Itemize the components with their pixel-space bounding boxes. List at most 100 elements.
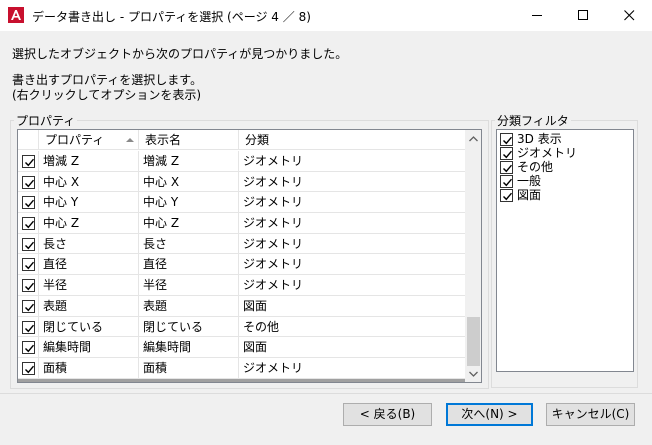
table-row[interactable]: 直径 直径 ジオメトリ xyxy=(18,254,465,276)
scroll-up-button[interactable] xyxy=(465,130,481,147)
checkmark-icon xyxy=(25,220,35,229)
list-header: プロパティ 表示名 分類 xyxy=(18,130,465,150)
display-name-cell: 中心 X xyxy=(139,171,239,192)
found-properties-text: 選択したオブジェクトから次のプロパティが見つかりました。 xyxy=(12,47,348,61)
row-checkbox[interactable] xyxy=(22,175,35,189)
table-row[interactable]: 中心 Z 中心 Z ジオメトリ xyxy=(18,213,465,234)
checkmark-icon xyxy=(503,164,513,173)
property-cell: 中心 Y xyxy=(39,192,139,213)
table-row[interactable]: 中心 Y 中心 Y ジオメトリ xyxy=(18,192,465,214)
category-cell: ジオメトリ xyxy=(243,360,304,375)
display-name-cell: 中心 Y xyxy=(139,192,239,213)
category-cell: 図面 xyxy=(243,298,268,313)
table-row[interactable]: 表題 表題 図面 xyxy=(18,295,465,317)
display-name-cell: 半径 xyxy=(139,275,239,296)
category-cell: ジオメトリ xyxy=(243,278,304,293)
property-cell: 直径 xyxy=(39,254,139,275)
row-checkbox-cell xyxy=(18,254,39,275)
property-cell: 半径 xyxy=(39,275,139,296)
filter-checkbox[interactable] xyxy=(500,161,513,174)
window-title: データ書き出し - プロパティを選択 (ページ 4 ／ 8) xyxy=(32,10,311,24)
scroll-thumb[interactable] xyxy=(467,317,480,366)
table-row[interactable]: 閉じている 閉じている その他 xyxy=(18,316,465,338)
sort-ascending-icon xyxy=(126,138,134,142)
row-checkbox[interactable] xyxy=(22,217,35,231)
next-button[interactable]: 次へ(N) > xyxy=(446,403,533,426)
row-checkbox-cell xyxy=(18,233,39,254)
row-checkbox[interactable] xyxy=(22,258,35,272)
table-row[interactable]: 面積 面積 ジオメトリ xyxy=(18,357,465,379)
row-checkbox-cell xyxy=(18,213,39,234)
row-checkbox-cell xyxy=(18,275,39,296)
property-cell: 表題 xyxy=(39,295,139,316)
checkmark-icon xyxy=(503,136,513,145)
properties-list[interactable]: プロパティ 表示名 分類 増減 Z 増減 Z ジオメトリ 中心 X 中心 X ジオメトリ中… xyxy=(17,129,482,383)
category-cell: ジオメトリ xyxy=(243,257,304,272)
filter-checkbox[interactable] xyxy=(500,189,513,202)
header-checkbox-column[interactable] xyxy=(18,130,39,150)
filter-label: 一般 xyxy=(517,174,542,188)
footer-separator xyxy=(0,393,652,394)
filter-checkbox[interactable] xyxy=(500,147,513,160)
header-display-name-label: 表示名 xyxy=(145,133,182,147)
property-cell: 増減 Z xyxy=(39,151,139,171)
category-cell: ジオメトリ xyxy=(243,195,304,210)
filter-label: その他 xyxy=(517,160,554,174)
display-name-cell: 増減 Z xyxy=(139,151,239,171)
category-cell: ジオメトリ xyxy=(243,174,304,189)
scroll-down-button[interactable] xyxy=(465,365,481,382)
chevron-up-icon xyxy=(469,135,478,141)
checkmark-icon xyxy=(25,282,35,291)
back-button[interactable]: < 戻る(B) xyxy=(343,403,432,426)
filter-checkbox[interactable] xyxy=(500,133,513,146)
category-cell: その他 xyxy=(243,319,280,334)
vertical-scrollbar[interactable] xyxy=(465,130,481,382)
close-button[interactable] xyxy=(606,0,652,31)
header-property[interactable]: プロパティ xyxy=(39,130,139,150)
category-filter-list[interactable]: 3D 表示 ジオメトリ その他 一般 図面 xyxy=(496,129,634,372)
row-checkbox[interactable] xyxy=(22,320,35,334)
display-name-cell: 編集時間 xyxy=(139,337,239,358)
minimize-button[interactable] xyxy=(514,0,560,31)
horizontal-scrollbar[interactable] xyxy=(18,379,465,382)
display-name-cell: 直径 xyxy=(139,254,239,275)
row-checkbox[interactable] xyxy=(22,237,35,251)
properties-group-label: プロパティ xyxy=(14,112,78,129)
table-row[interactable]: 編集時間 編集時間 図面 xyxy=(18,337,465,358)
checkmark-icon xyxy=(25,344,35,353)
filter-label: ジオメトリ xyxy=(517,146,578,160)
property-cell: 編集時間 xyxy=(39,337,139,358)
property-cell: 中心 X xyxy=(39,171,139,192)
table-row[interactable]: 長さ 長さ ジオメトリ xyxy=(18,233,465,255)
row-checkbox[interactable] xyxy=(22,155,35,168)
filter-group-label: 分類フィルタ xyxy=(495,112,571,129)
maximize-button[interactable] xyxy=(560,0,606,31)
display-name-cell: 表題 xyxy=(139,295,239,316)
row-checkbox[interactable] xyxy=(22,196,35,210)
header-category-label: 分類 xyxy=(245,133,270,147)
table-row[interactable]: 中心 X 中心 X ジオメトリ xyxy=(18,171,465,193)
row-checkbox-cell xyxy=(18,357,39,378)
table-row[interactable]: 増減 Z 増減 Z ジオメトリ xyxy=(18,151,465,172)
table-row[interactable]: 半径 半径 ジオメトリ xyxy=(18,275,465,296)
checkmark-icon xyxy=(25,324,35,332)
header-category[interactable]: 分類 xyxy=(239,130,465,150)
title-bar[interactable]: データ書き出し - プロパティを選択 (ページ 4 ／ 8) xyxy=(0,0,652,31)
row-checkbox[interactable] xyxy=(22,279,35,293)
row-checkbox[interactable] xyxy=(22,361,35,375)
filter-checkbox[interactable] xyxy=(500,175,513,188)
row-checkbox[interactable] xyxy=(22,341,35,355)
checkmark-icon xyxy=(503,150,513,159)
row-checkbox-cell xyxy=(18,337,39,358)
checkmark-icon xyxy=(25,262,35,270)
header-display-name[interactable]: 表示名 xyxy=(139,130,239,150)
row-checkbox[interactable] xyxy=(22,299,35,313)
property-cell: 長さ xyxy=(39,233,139,254)
list-rows: 増減 Z 増減 Z ジオメトリ 中心 X 中心 X ジオメトリ 中心 Y 中心 Y ジオメトリ中… xyxy=(18,151,465,379)
checkmark-icon xyxy=(25,365,35,374)
category-cell: ジオメトリ xyxy=(243,236,304,251)
property-cell: 中心 Z xyxy=(39,213,139,234)
row-checkbox-cell xyxy=(18,295,39,316)
cancel-button[interactable]: キャンセル(C) xyxy=(546,403,635,426)
checkmark-icon xyxy=(25,179,35,188)
